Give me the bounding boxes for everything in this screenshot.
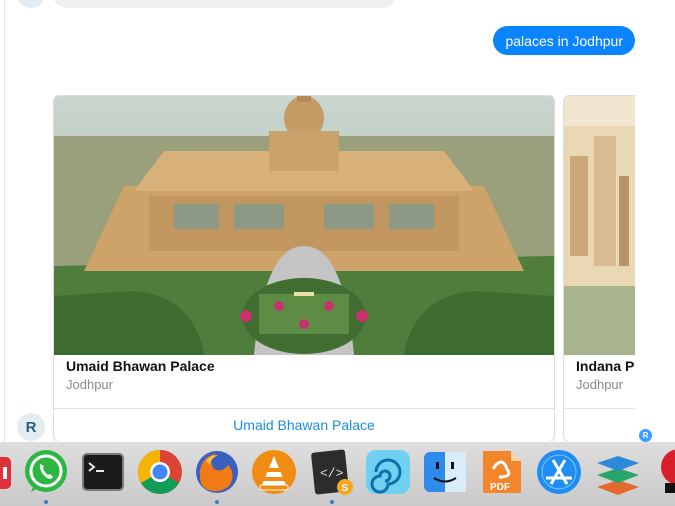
dock-app-layers[interactable] (593, 447, 643, 497)
card-link-button[interactable]: Umaid Bhawan Palace (54, 409, 554, 441)
dock-app-firefox[interactable] (192, 447, 242, 497)
dock-app-vlc[interactable] (249, 447, 299, 497)
dock-app-chrome[interactable] (135, 447, 185, 497)
card-title: Indana P (576, 358, 635, 374)
card-subtitle: Jodhpur (66, 377, 113, 392)
running-indicator (330, 500, 334, 504)
result-card[interactable]: Umaid Bhawan Palace Jodhpur Umaid Bhawan… (53, 95, 555, 441)
palace-photo (564, 96, 635, 355)
running-indicator (44, 500, 48, 504)
user-query-bubble: palaces in Jodhpur (493, 26, 635, 55)
dock-app-swirl[interactable] (363, 447, 413, 497)
card-subtitle: Jodhpur (576, 377, 623, 392)
script-editor-icon: </> S (311, 449, 353, 495)
previous-message-bubble (53, 0, 396, 8)
dock-app-script-editor[interactable]: </> S (307, 447, 357, 497)
svg-text:S: S (342, 483, 349, 494)
result-carousel: Umaid Bhawan Palace Jodhpur Umaid Bhawan… (53, 95, 635, 441)
firefox-icon (196, 451, 238, 493)
vlc-icon (252, 450, 296, 494)
whatsapp-icon (25, 450, 67, 492)
dock-app-app-store[interactable] (534, 447, 584, 497)
terminal-icon (82, 453, 124, 491)
notification-badge: R (639, 429, 652, 442)
dock-app-whatsapp[interactable] (21, 447, 71, 497)
dock-app-partial-red[interactable] (0, 447, 13, 497)
chrome-icon (138, 450, 182, 494)
red-app-icon (0, 457, 11, 489)
left-border (4, 0, 5, 506)
svg-text:</>: </> (320, 466, 344, 481)
dock-app-partial-red-right[interactable] (653, 447, 675, 497)
card-title: Umaid Bhawan Palace (66, 358, 215, 374)
layers-icon (597, 456, 639, 495)
dock-app-pdf[interactable]: PDF (477, 447, 527, 497)
red-app-icon (661, 449, 675, 493)
card-link-button[interactable] (564, 409, 635, 441)
palace-photo (54, 96, 554, 355)
dock-app-terminal[interactable] (78, 447, 128, 497)
pdf-icon: PDF (483, 451, 521, 493)
result-card[interactable]: Indana P Jodhpur (563, 95, 635, 441)
app-store-icon (537, 450, 581, 494)
swirl-icon (366, 450, 410, 494)
avatar: R (17, 413, 45, 441)
running-indicator (215, 500, 219, 504)
pdf-label: PDF (490, 482, 510, 493)
avatar: R (17, 0, 45, 8)
finder-icon (424, 452, 466, 492)
dock-app-finder[interactable] (420, 447, 470, 497)
